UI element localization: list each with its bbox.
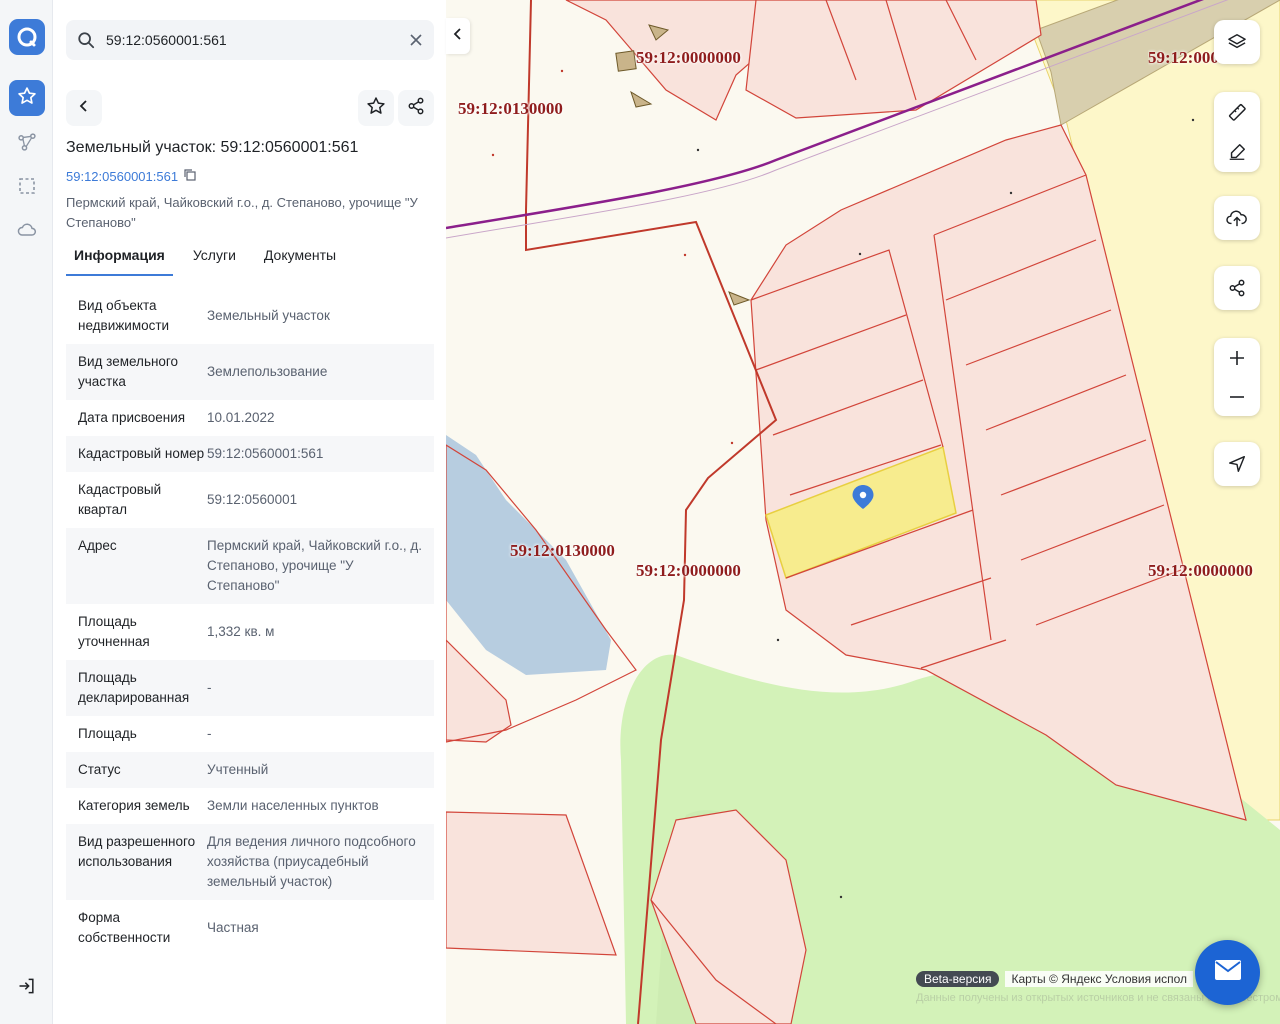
row-label: Площадь уточненная [78,614,150,649]
row-label: Категория земель [78,798,190,813]
object-panel: Земельный участок: 59:12:0560001:561 59:… [53,0,446,1024]
back-button[interactable] [66,90,102,126]
share-button[interactable] [398,90,434,126]
close-icon[interactable] [406,30,426,50]
table-row: Кадастровый квартал 59:12:0560001 [66,472,434,528]
row-value: 10.01.2022 [207,410,275,425]
search-input[interactable] [106,32,396,48]
nav-rail [0,0,53,1024]
tab-services[interactable]: Услуги [185,240,244,276]
zoom-out-icon[interactable] [1214,379,1260,415]
row-value: Для ведения личного подсобного хозяйства… [207,834,416,889]
row-value: 59:12:0560001:561 [207,446,324,461]
row-value: - [207,726,212,741]
row-label: Дата присвоения [78,410,186,425]
cadastral-label: 59:12:0130000 [510,541,615,560]
row-label: Площадь [78,726,137,741]
row-value: Учтенный [207,762,269,777]
row-label: Вид земельного участка [78,354,179,389]
row-label: Вид объекта недвижимости [78,298,170,333]
table-row: Площадь декларированная - [66,660,434,716]
tabs: Информация Услуги Документы [66,240,356,276]
star-icon [366,96,386,121]
map-canvas[interactable]: 59:12:0000000 59:12:0130000 59:12:000000… [446,0,1280,1024]
attribution-text[interactable]: Карты © Яндекс Условия испол [1005,971,1194,987]
favorite-button[interactable] [358,90,394,126]
table-row: Дата присвоения 10.01.2022 [66,400,434,436]
table-row: Вид разрешенного использования Для ведени… [66,824,434,900]
cadastral-number-text[interactable]: 59:12:0560001:561 [66,169,178,184]
draw-tools [1214,92,1260,172]
row-label: Адрес [78,538,117,553]
chevron-left-icon [453,27,463,46]
pin-icon[interactable] [851,484,875,515]
logout-icon[interactable] [14,973,40,999]
row-value: Земельный участок [207,308,330,323]
table-row: Категория земель Земли населенных пунктов [66,788,434,824]
tab-documents[interactable]: Документы [256,240,344,276]
back-icon [77,99,91,118]
cadastral-label: 59:12:0000000 [636,48,741,67]
row-value: Пермский край, Чайковский г.о., д. Степа… [207,538,422,593]
copy-icon[interactable] [184,169,196,184]
upload-button[interactable] [1214,196,1260,240]
route-icon[interactable] [14,129,40,155]
info-table: Вид объекта недвижимости Земельный участо… [66,288,434,956]
row-value: 1,332 кв. м [207,624,275,639]
row-label: Статус [78,762,121,777]
logo-icon[interactable] [9,19,45,55]
map-attribution: Beta-версия Карты © Яндекс Условия испол [916,970,1194,988]
zoom-in-icon[interactable] [1214,340,1260,376]
cadastral-label: 59:12:0000000 [636,561,741,580]
table-row: Площадь - [66,716,434,752]
table-row: Форма собственности Частная [66,900,434,956]
layers-button[interactable] [1214,20,1260,64]
cadastral-number-link[interactable]: 59:12:0560001:561 [66,169,196,184]
table-row: Кадастровый номер 59:12:0560001:561 [66,436,434,472]
map-share-button[interactable] [1214,266,1260,310]
object-address: Пермский край, Чайковский г.о., д. Степа… [66,195,418,230]
locate-button[interactable] [1214,442,1260,486]
cadastral-label: 59:12:0130000 [458,99,563,118]
layers-icon [1214,24,1260,60]
table-row: Площадь уточненная 1,332 кв. м [66,604,434,660]
table-row: Вид объекта недвижимости Земельный участо… [66,288,434,344]
row-label: Площадь декларированная [78,670,190,705]
row-label: Кадастровый квартал [78,482,162,517]
mail-icon [1214,959,1242,986]
search-icon [76,30,96,50]
cloud-icon[interactable] [14,217,40,243]
share-icon [1214,270,1260,306]
table-row: Статус Учтенный [66,752,434,788]
upload-icon [1214,200,1260,236]
favorites-nav-button[interactable] [9,80,45,116]
share-icon [407,97,425,120]
row-value: Частная [207,920,259,935]
row-label: Вид разрешенного использования [78,834,196,869]
row-value: Землепользование [207,364,328,379]
page-title: Земельный участок: 59:12:0560001:561 [66,139,359,156]
ruler-icon[interactable] [1214,94,1260,130]
select-area-icon[interactable] [14,173,40,199]
cadastral-label: 59:12:0000000 [1148,561,1253,580]
row-label: Кадастровый номер [78,446,205,461]
row-label: Форма собственности [78,910,171,945]
zoom-controls [1214,338,1260,416]
locate-icon [1214,446,1260,482]
beta-badge: Beta-версия [916,971,1000,987]
collapse-panel-button[interactable] [446,18,470,54]
row-value: Земли населенных пунктов [207,798,379,813]
edit-icon[interactable] [1214,134,1260,170]
table-row: Адрес Пермский край, Чайковский г.о., д. … [66,528,434,604]
search-bar [66,20,434,60]
tab-information[interactable]: Информация [66,240,173,276]
feedback-button[interactable] [1195,940,1260,1005]
row-value: - [207,680,212,695]
row-value: 59:12:0560001 [207,492,298,507]
table-row: Вид земельного участка Землепользование [66,344,434,400]
star-icon [17,86,37,111]
